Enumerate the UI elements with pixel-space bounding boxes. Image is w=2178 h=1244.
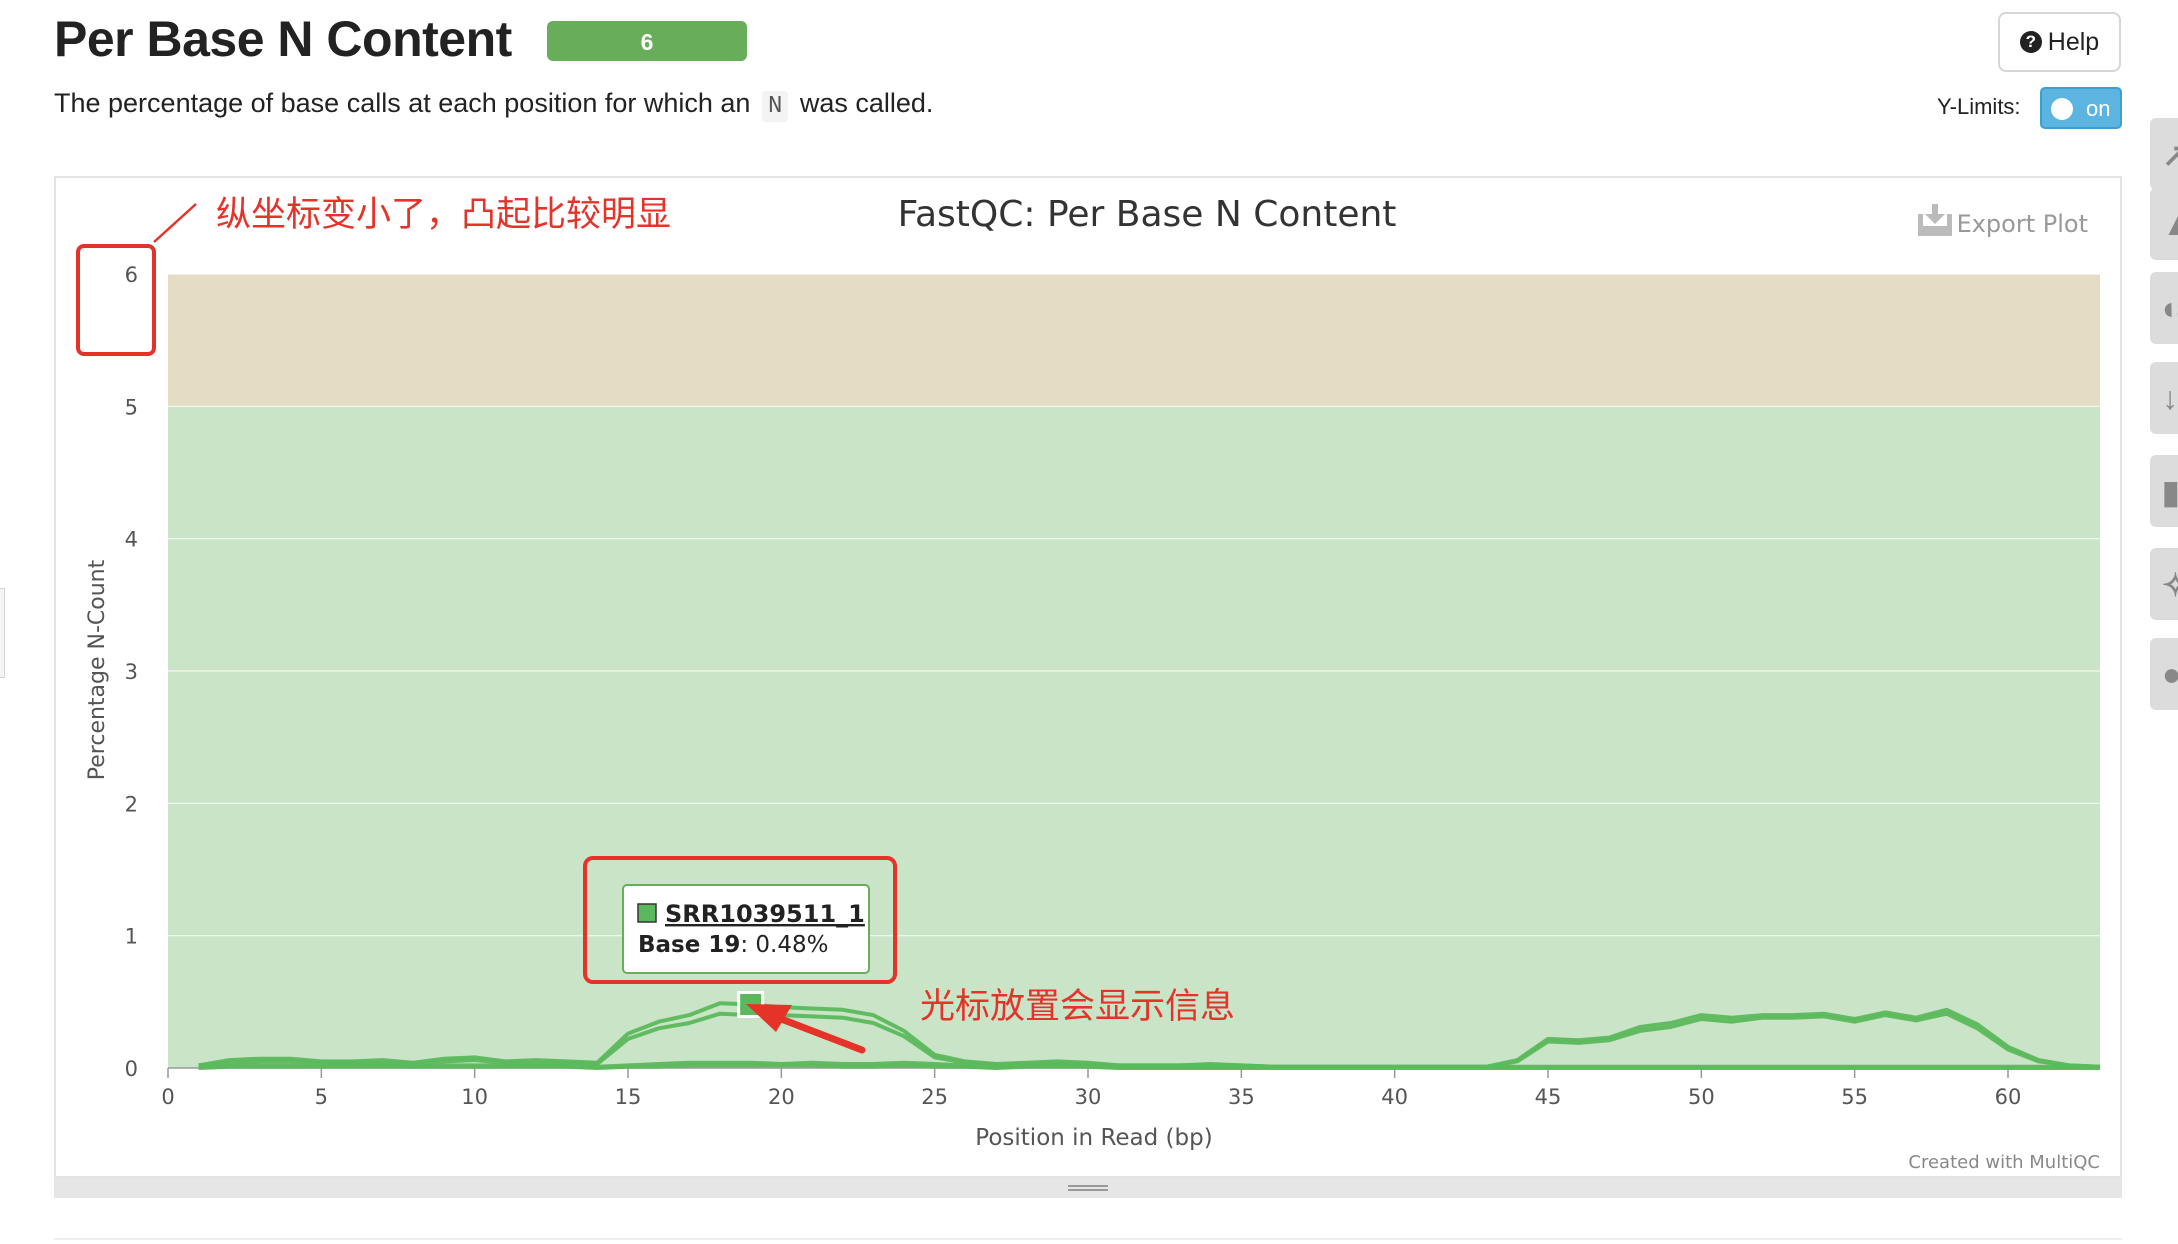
annotation-axis-box	[76, 244, 156, 356]
chart-tooltip: SRR1039511_1 Base 19: 0.48%	[622, 884, 870, 974]
y-axis-title: Percentage N-Count	[85, 559, 110, 780]
plot-resize-handle[interactable]	[54, 1178, 2122, 1198]
x-tick-label: 35	[1228, 1085, 1255, 1109]
y-tick-label: 4	[125, 528, 138, 552]
annotation-pointer-line	[153, 203, 197, 243]
y-tick-label: 6	[125, 263, 138, 287]
annotation-axis-note: 纵坐标变小了，凸起比较明显	[216, 195, 671, 235]
chart-svg: 01234560 5 10 15 20 25 30 35 40 45 50 55 60 FastQC: …	[76, 194, 2101, 1173]
resize-grip-icon	[1068, 1185, 1108, 1191]
tooltip-box	[622, 884, 870, 974]
x-tick-label: 20	[768, 1085, 795, 1109]
multiqc-credit: Created with MultiQC	[1908, 1152, 2100, 1173]
tooltip-value-text: : 0.48%	[740, 932, 828, 958]
x-tick-label: 40	[1381, 1085, 1408, 1109]
export-plot-button[interactable]: Export Plot	[1918, 204, 2088, 238]
x-tick-label: 10	[461, 1085, 488, 1109]
y-tick-label: 2	[125, 792, 138, 816]
tooltip-value: Base 19: 0.48%	[638, 932, 829, 958]
chart-title: FastQC: Per Base N Content	[898, 194, 1397, 235]
x-tick-label: 5	[315, 1085, 328, 1109]
section-divider	[54, 1238, 2122, 1240]
x-tick-label: 15	[615, 1085, 642, 1109]
tooltip-base-label: Base 19	[638, 932, 740, 958]
x-tick-label: 30	[1075, 1085, 1102, 1109]
y-tick-label: 3	[125, 660, 138, 684]
y-tick-label: 0	[125, 1057, 138, 1081]
tooltip-sample-name: SRR1039511_1	[665, 900, 865, 928]
tooltip-series-swatch	[637, 903, 657, 923]
x-axis-title: Position in Read (bp)	[975, 1125, 1212, 1151]
x-tick-label: 60	[1995, 1085, 2022, 1109]
y-tick-label: 5	[125, 395, 138, 419]
y-tick-label: 1	[125, 925, 138, 949]
x-tick-label: 50	[1688, 1085, 1715, 1109]
x-tick-label: 55	[1841, 1085, 1868, 1109]
band-warn	[168, 274, 2100, 407]
band-pass	[168, 406, 2100, 1068]
annotation-cursor-note: 光标放置会显示信息	[920, 987, 1235, 1027]
x-tick-label: 45	[1535, 1085, 1562, 1109]
export-plot-label: Export Plot	[1957, 210, 2088, 238]
x-tick-label: 25	[921, 1085, 948, 1109]
x-tick-label: 0	[161, 1085, 174, 1109]
download-icon	[1918, 204, 1952, 236]
